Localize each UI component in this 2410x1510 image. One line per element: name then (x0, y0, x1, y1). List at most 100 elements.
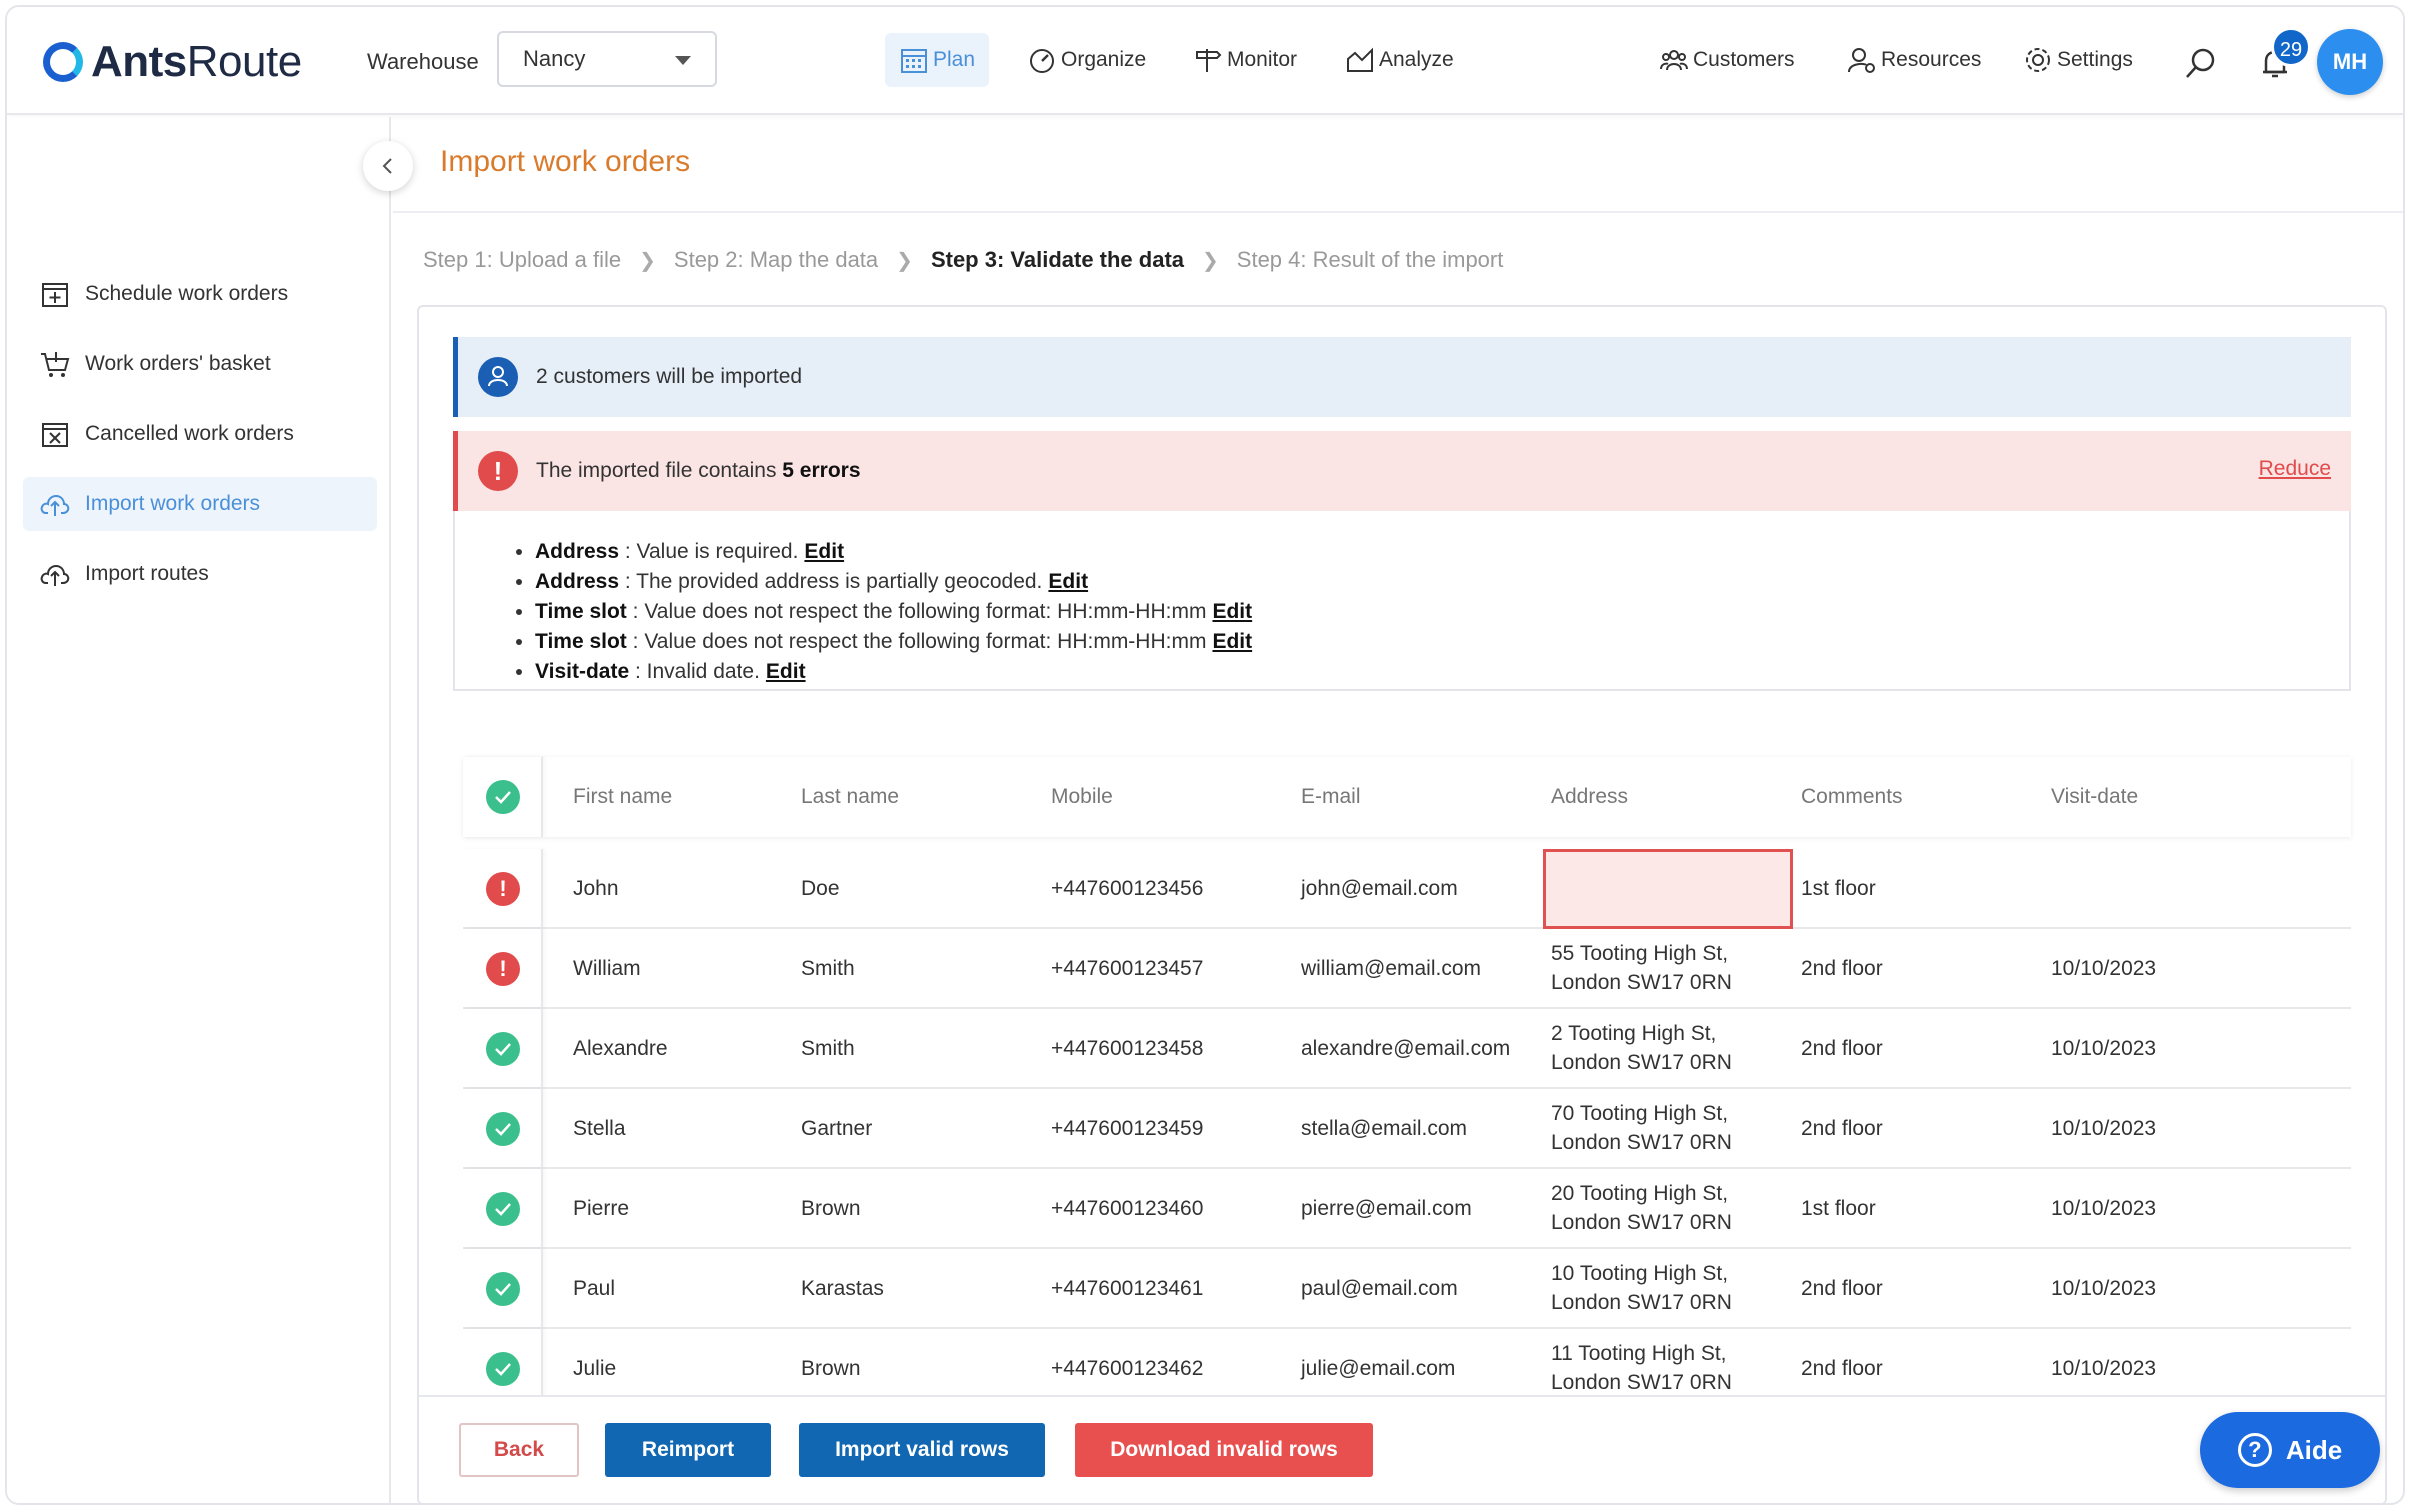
chart-area-icon (1347, 47, 1373, 72)
sidebar-item-label: Import work orders (85, 492, 261, 515)
warehouse-label: Warehouse (367, 49, 479, 74)
table-row[interactable]: ! William Smith +447600123457 william@em… (463, 929, 2351, 1009)
sidebar-item-import-routes[interactable]: Import routes (23, 547, 377, 601)
column-email[interactable]: E-mail (1301, 785, 1361, 809)
cell-visit-date: 10/10/2023 (2051, 1037, 2157, 1060)
logo[interactable]: AntsRoute (43, 35, 302, 89)
search-icon[interactable] (2183, 45, 2219, 81)
address-error-cell[interactable] (1543, 849, 1793, 929)
chevron-down-icon (675, 56, 691, 65)
chevron-right-icon: ❯ (896, 249, 913, 272)
download-invalid-rows-button[interactable]: Download invalid rows (1075, 1423, 1373, 1477)
error-item: Time slot : Value does not respect the f… (535, 627, 2349, 657)
cell-comments: 2nd floor (1801, 957, 1883, 980)
cart-icon (41, 352, 70, 377)
cloud-upload-icon (40, 494, 70, 516)
edit-link[interactable]: Edit (804, 540, 844, 563)
back-button[interactable]: Back (459, 1423, 579, 1477)
error-item: Address : The provided address is partia… (535, 567, 2349, 597)
cell-mobile: +447600123458 (1051, 1037, 1204, 1060)
step-4: Step 4: Result of the import (1236, 247, 1504, 272)
check-circle-icon (486, 1192, 520, 1226)
edit-link[interactable]: Edit (1048, 570, 1088, 593)
cell-comments: 1st floor (1801, 877, 1876, 900)
sidebar-item-import-work-orders[interactable]: Import work orders (23, 477, 377, 531)
check-circle-icon (486, 1352, 520, 1386)
cloud-upload-icon (40, 564, 70, 586)
check-circle-icon (486, 1272, 520, 1306)
logo-text-light: Route (186, 37, 302, 86)
table-row[interactable]: Paul Karastas +447600123461 paul@email.c… (463, 1249, 2351, 1329)
error-text: The imported file contains (536, 459, 783, 482)
cell-visit-date: 10/10/2023 (2051, 1117, 2157, 1140)
step-1[interactable]: Step 1: Upload a file (423, 247, 621, 273)
edit-link[interactable]: Edit (766, 660, 806, 683)
edit-link[interactable]: Edit (1212, 600, 1252, 623)
logo-icon (43, 42, 83, 82)
nav-analyze[interactable]: Analyze (1345, 33, 1454, 87)
info-text: 2 customers will be imported (536, 365, 803, 388)
cell-first-name: William (573, 957, 641, 980)
nav-settings[interactable]: Settings (2023, 33, 2133, 87)
validation-card: 2 customers will be imported ! The impor… (417, 305, 2387, 1503)
column-address[interactable]: Address (1551, 785, 1628, 809)
calendar-icon (901, 49, 927, 73)
table-row[interactable]: Pierre Brown +447600123460 pierre@email.… (463, 1169, 2351, 1249)
notification-badge: 29 (2271, 27, 2311, 67)
cell-last-name: Doe (801, 877, 840, 900)
cell-visit-date: 10/10/2023 (2051, 1277, 2157, 1300)
cell-last-name: Brown (801, 1197, 861, 1220)
step-2[interactable]: Step 2: Map the data (674, 247, 878, 273)
column-comments[interactable]: Comments (1801, 785, 1903, 809)
error-item: Address : Value is required.Edit (535, 537, 2349, 567)
sidebar-item-basket[interactable]: Work orders' basket (23, 337, 377, 391)
cell-email: julie@email.com (1301, 1357, 1456, 1380)
nav-analyze-label: Analyze (1379, 48, 1454, 71)
error-status-icon: ! (486, 952, 520, 986)
column-last-name[interactable]: Last name (801, 785, 899, 809)
cell-last-name: Brown (801, 1357, 861, 1380)
table-row[interactable]: ! John Doe +447600123456 john@email.com … (463, 849, 2351, 929)
cell-last-name: Karastas (801, 1277, 884, 1300)
collapse-sidebar-button[interactable] (363, 141, 413, 191)
sidebar-item-cancelled[interactable]: Cancelled work orders (23, 407, 377, 461)
sidebar-item-label: Cancelled work orders (85, 422, 294, 445)
cell-address: 10 Tooting High St, London SW17 0RN (1551, 1262, 1732, 1314)
import-valid-rows-button[interactable]: Import valid rows (799, 1423, 1045, 1477)
cell-address: 70 Tooting High St, London SW17 0RN (1551, 1102, 1732, 1154)
cell-email: pierre@email.com (1301, 1197, 1472, 1220)
error-count: 5 errors (782, 459, 861, 482)
nav-plan[interactable]: Plan (885, 33, 990, 87)
avatar[interactable]: MH (2317, 29, 2383, 95)
help-button[interactable]: ? Aide (2200, 1412, 2380, 1488)
column-mobile[interactable]: Mobile (1051, 785, 1113, 809)
warehouse-select[interactable]: Nancy (497, 31, 717, 87)
check-circle-icon (486, 1032, 520, 1066)
signpost-icon (1196, 49, 1222, 72)
sidebar-item-schedule[interactable]: Schedule work orders (23, 267, 377, 321)
cell-email: john@email.com (1301, 877, 1458, 900)
table-row[interactable]: Alexandre Smith +447600123458 alexandre@… (463, 1009, 2351, 1089)
nav-customers[interactable]: Customers (1659, 33, 1795, 87)
table-row[interactable]: Stella Gartner +447600123459 stella@emai… (463, 1089, 2351, 1169)
edit-link[interactable]: Edit (1212, 630, 1252, 653)
calendar-plus-icon (42, 283, 68, 307)
check-circle-icon (486, 780, 520, 814)
cell-address: 11 Tooting High St, London SW17 0RN (1551, 1342, 1732, 1394)
cell-email: alexandre@email.com (1301, 1037, 1511, 1060)
nav-resources[interactable]: Resources (1847, 33, 1981, 87)
column-first-name[interactable]: First name (573, 785, 672, 809)
reduce-link[interactable]: Reduce (2259, 457, 2331, 481)
cell-email: paul@email.com (1301, 1277, 1458, 1300)
column-visit-date[interactable]: Visit-date (2051, 785, 2138, 809)
table-header: First name Last name Mobile E-mail Addre… (463, 757, 2351, 837)
nav-monitor[interactable]: Monitor (1193, 33, 1297, 87)
cell-comments: 2nd floor (1801, 1037, 1883, 1060)
nav-organize[interactable]: Organize (1027, 33, 1146, 87)
reimport-button[interactable]: Reimport (605, 1423, 771, 1477)
cell-comments: 2nd floor (1801, 1357, 1883, 1380)
cell-mobile: +447600123460 (1051, 1197, 1204, 1220)
select-all-cell[interactable] (463, 757, 543, 837)
cell-address: 55 Tooting High St, London SW17 0RN (1551, 942, 1732, 994)
sidebar-item-label: Import routes (85, 562, 209, 585)
